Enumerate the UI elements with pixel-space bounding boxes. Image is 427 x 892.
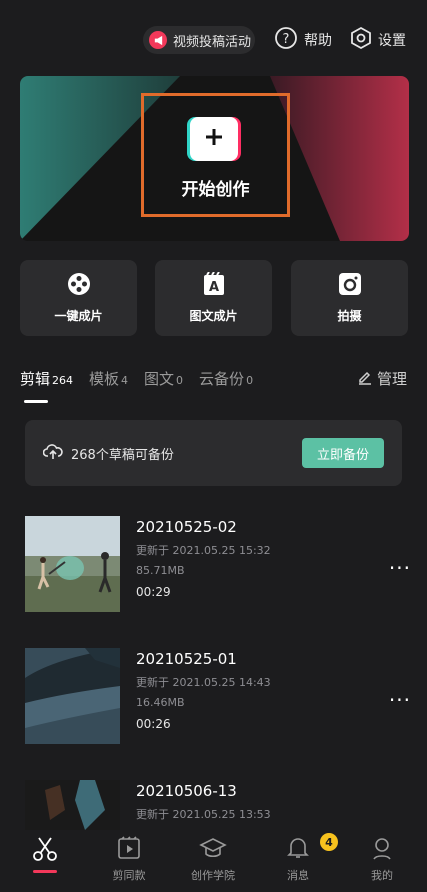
scissors-icon (32, 836, 58, 865)
template-icon (117, 836, 141, 863)
start-creation-label: 开始创作 (181, 180, 250, 200)
camera-icon (338, 272, 362, 299)
project-updated: 更新于 2021.05.25 13:53 (136, 808, 271, 821)
tab-label: 图文 (144, 370, 175, 388)
manage-label: 管理 (376, 370, 407, 388)
more-options-icon[interactable]: ··· (389, 688, 411, 712)
text-to-video-icon: A (203, 271, 225, 299)
project-info: 20210506-13 更新于 2021.05.25 13:53 (136, 780, 271, 822)
project-item[interactable]: 20210525-02 更新于 2021.05.25 15:32 85.71MB… (25, 516, 410, 616)
project-size: 85.71MB (136, 564, 185, 577)
project-item[interactable]: 20210525-01 更新于 2021.05.25 14:43 16.46MB… (25, 648, 410, 748)
text-to-video-button[interactable]: A 图文成片 (155, 260, 272, 336)
project-name: 20210506-13 (136, 782, 237, 800)
graduation-cap-icon (199, 836, 227, 863)
help-label: 帮助 (304, 33, 332, 49)
film-reel-icon (67, 272, 91, 299)
project-info: 20210525-01 更新于 2021.05.25 14:43 16.46MB… (136, 648, 271, 731)
project-updated: 更新于 2021.05.25 15:32 (136, 544, 271, 557)
project-updated: 更新于 2021.05.25 14:43 (136, 676, 271, 689)
tab-cloud-backup[interactable]: 云备份 0 (199, 368, 253, 389)
nav-academy[interactable]: 创作学院 (178, 836, 248, 883)
pencil-icon (357, 369, 373, 389)
question-icon: ? (274, 26, 298, 54)
nav-profile[interactable]: 我的 (347, 836, 417, 883)
nav-templates[interactable]: 剪同款 (94, 836, 164, 883)
nav-label: 剪同款 (112, 869, 146, 882)
person-icon (370, 836, 394, 863)
svg-text:A: A (208, 280, 218, 295)
tab-count: 0 (176, 374, 184, 387)
nav-label: 我的 (371, 869, 393, 882)
nav-edit[interactable] (10, 836, 80, 865)
draft-tabs: 剪辑 264 模板 4 图文 0 云备份 0 (20, 368, 253, 396)
tab-edit[interactable]: 剪辑 264 (20, 368, 73, 389)
help-button[interactable]: ? 帮助 (274, 27, 332, 53)
backup-now-button[interactable]: 立即备份 (302, 438, 384, 468)
nav-label: 创作学院 (191, 869, 235, 882)
settings-button[interactable]: 设置 (350, 26, 406, 54)
project-info: 20210525-02 更新于 2021.05.25 15:32 85.71MB… (136, 516, 271, 599)
bottom-nav: 剪同款 创作学院 消息 我的 (0, 830, 427, 892)
nav-label: 消息 (287, 869, 309, 882)
project-thumbnail (25, 780, 120, 830)
settings-label: 设置 (378, 33, 406, 49)
project-duration: 00:26 (136, 717, 171, 731)
tab-image-text[interactable]: 图文 0 (144, 368, 183, 389)
tab-label: 云备份 (199, 370, 245, 388)
hexagon-gear-icon (350, 26, 372, 54)
backup-banner: 268个草稿可备份 立即备份 (25, 420, 402, 486)
plus-icon (204, 127, 224, 151)
tab-count: 0 (246, 374, 254, 387)
cloud-upload-icon (42, 442, 63, 464)
svg-text:?: ? (283, 32, 290, 47)
project-name: 20210525-02 (136, 518, 237, 536)
video-submission-activity-button[interactable]: 视频投稿活动 (143, 26, 255, 54)
active-nav-indicator (33, 870, 57, 873)
project-thumbnail (25, 648, 120, 744)
project-size: 16.46MB (136, 696, 185, 709)
active-tab-indicator (24, 400, 48, 403)
bell-icon (286, 836, 310, 863)
project-thumbnail (25, 516, 120, 612)
backup-text: 268个草稿可备份 (71, 447, 174, 463)
tab-count: 264 (52, 374, 74, 387)
tab-label: 模板 (89, 370, 120, 388)
tile-label: 拍摄 (337, 309, 362, 323)
project-duration: 00:29 (136, 585, 171, 599)
start-creation-button[interactable] (190, 117, 238, 161)
megaphone-icon (149, 31, 167, 49)
message-badge: 4 (320, 833, 338, 851)
more-options-icon[interactable]: ··· (389, 556, 411, 580)
promo-label: 视频投稿活动 (173, 34, 252, 50)
shoot-button[interactable]: 拍摄 (291, 260, 408, 336)
tab-count: 4 (121, 374, 129, 387)
tile-label: 一键成片 (54, 309, 103, 323)
tile-label: 图文成片 (189, 309, 238, 323)
project-name: 20210525-01 (136, 650, 237, 668)
manage-button[interactable]: 管理 (357, 368, 407, 389)
tab-templates[interactable]: 模板 4 (89, 368, 128, 389)
one-click-video-button[interactable]: 一键成片 (20, 260, 137, 336)
tab-label: 剪辑 (20, 370, 51, 388)
